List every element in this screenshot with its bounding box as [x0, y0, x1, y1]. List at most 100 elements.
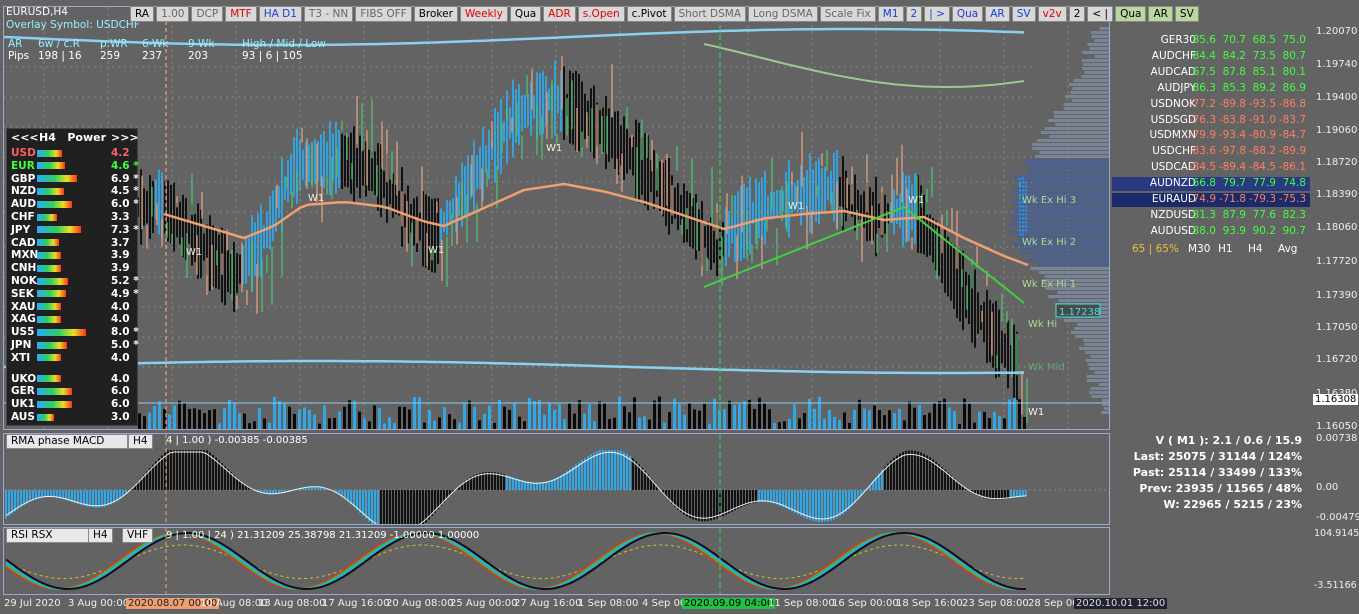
price-tick: 1.19740: [1316, 59, 1358, 70]
volume-profile-bar: [1010, 215, 1109, 218]
volume-profile-bar: [1086, 379, 1109, 382]
macd-tf-button[interactable]: H4: [128, 434, 153, 449]
toolbar-button-27[interactable]: SV: [1174, 6, 1199, 22]
toolbar-button-2[interactable]: DCP: [191, 6, 224, 22]
date-tick: 18 Sep 16:00: [896, 598, 963, 609]
power-next-button[interactable]: >>>: [111, 131, 139, 144]
toolbar-button-8[interactable]: Weekly: [459, 6, 508, 22]
macd-name-button[interactable]: RMA phase MACD: [6, 434, 128, 449]
main-chart-pane[interactable]: W1W1W1W1W1W1W1W1Wk Ex Hi 3Wk Ex Hi 2Wk E…: [3, 6, 1113, 430]
volume-bar: [758, 397, 761, 429]
volume-bar: [453, 419, 456, 429]
strength-row: AUDUSD 88.0 93.9 90.2 90.7: [1112, 225, 1310, 239]
toolbar-button-11[interactable]: s.Open: [577, 6, 625, 22]
rsi-tf-button[interactable]: H4: [88, 528, 113, 543]
toolbar-button-1[interactable]: 1.00: [156, 6, 190, 22]
toolbar-button-16[interactable]: M1: [877, 6, 904, 22]
toolbar-button-26[interactable]: AR: [1148, 6, 1173, 22]
volume-bar: [983, 411, 986, 429]
toolbar-button-3[interactable]: MTF: [225, 6, 257, 22]
volume-bar: [568, 403, 571, 429]
volume-bar: [1003, 418, 1006, 429]
toolbar-button-15[interactable]: Scale Fix: [819, 6, 876, 22]
band-mid: [703, 43, 1025, 89]
power-row: MXN 3.9: [11, 249, 130, 261]
price-tick: 1.16050: [1316, 421, 1358, 432]
volume-bar: [783, 421, 786, 429]
volume-bar: [528, 397, 531, 429]
power-value: 4.0: [111, 300, 130, 313]
power-row: XAG 4.0: [11, 313, 130, 325]
power-value: 6.0: [111, 385, 130, 398]
volume-bar: [523, 421, 526, 429]
volume-bar: [748, 399, 751, 429]
strength-row: USDCAD -84.5 -89.4 -84.5 -86.1: [1112, 161, 1310, 175]
volume-bar: [308, 409, 311, 429]
strength-value: 90.7: [1282, 224, 1306, 237]
header-col-value: 198 | 16: [38, 50, 82, 62]
toolbar-button-21[interactable]: SV: [1011, 6, 1036, 22]
price-axis[interactable]: 1.20070 1.19740 1.19400 1.19060 1.18720 1.183…: [1311, 0, 1359, 614]
strength-value: 86.3: [1192, 81, 1216, 94]
strength-row: USDSGD -76.3 -83.8 -91.0 -83.7: [1112, 114, 1310, 128]
volume-bar: [898, 408, 901, 429]
volume-bar: [798, 418, 801, 429]
toolbar-button-23[interactable]: 2: [1068, 6, 1086, 22]
volume-bar: [588, 404, 591, 429]
volume-profile-bar: [1090, 355, 1109, 358]
w1-label: W1: [186, 247, 202, 258]
volume-bar: [913, 407, 916, 429]
rsi-name-button[interactable]: RSI RSX: [6, 528, 92, 543]
volume-bar: [548, 402, 551, 429]
toolbar-button-18[interactable]: | >: [924, 6, 950, 22]
power-bar: [37, 226, 81, 234]
toolbar-button-19[interactable]: Qua: [951, 6, 984, 22]
strength-value: 73.5: [1252, 49, 1276, 62]
volume-profile-bar: [1032, 147, 1109, 150]
volume-bar: [643, 416, 646, 429]
volume-bar: [443, 406, 446, 429]
power-value: 5.2 *: [111, 275, 139, 287]
toolbar-button-20[interactable]: AR: [985, 6, 1010, 22]
toolbar-button-9[interactable]: Qua: [509, 6, 542, 22]
volume-bar: [408, 409, 411, 429]
toolbar-button-13[interactable]: Short DSMA: [673, 6, 747, 22]
volume-profile-bar: [1032, 255, 1109, 258]
power-value: 7.3 *: [111, 223, 139, 236]
toolbar-button-0[interactable]: RA: [130, 6, 155, 22]
toolbar-button-4[interactable]: HA D1: [258, 6, 302, 22]
toolbar-button-10[interactable]: ADR: [543, 6, 576, 22]
volume-bar: [473, 406, 476, 429]
toolbar-button-22[interactable]: v2v: [1037, 6, 1067, 22]
volume-bar: [388, 417, 391, 429]
power-prev-button[interactable]: <<<: [11, 131, 39, 144]
volume-bar: [788, 418, 791, 429]
toolbar-button-5[interactable]: T3 - NN: [303, 6, 354, 22]
volume-profile-bar: [1044, 127, 1109, 130]
rsi-vhf-button[interactable]: VHF: [122, 528, 154, 543]
volume-bar: [633, 397, 636, 429]
volume-bar: [693, 409, 696, 429]
strength-row: AUDCHF 84.4 84.2 73.5 80.7: [1112, 50, 1310, 64]
toolbar-button-14[interactable]: Long DSMA: [748, 6, 818, 22]
volume-bar: [288, 406, 291, 429]
toolbar-button-7[interactable]: Broker: [413, 6, 458, 22]
toolbar-button-12[interactable]: c.Pivot: [626, 6, 672, 22]
toolbar-button-6[interactable]: FIBS OFF: [355, 6, 412, 22]
volume-profile-bar: [1022, 259, 1109, 262]
volume-bar: [948, 407, 951, 429]
macd-pane[interactable]: [3, 433, 1110, 530]
toolbar-button-17[interactable]: 2: [905, 6, 923, 22]
toolbar-button-25[interactable]: Qua: [1115, 6, 1147, 22]
volume-bar: [198, 409, 201, 429]
strength-footer-col: M30: [1188, 242, 1211, 255]
strength-value: 89.2: [1252, 81, 1276, 94]
price-tick: 1.18390: [1316, 189, 1358, 200]
toolbar-button-24[interactable]: < |: [1087, 6, 1114, 22]
volume-bar: [238, 413, 241, 429]
strength-value: -71.8: [1218, 193, 1246, 205]
volume-profile-bar: [1094, 39, 1109, 42]
strength-row: NZDUSD 81.3 87.9 77.6 82.3: [1112, 209, 1310, 223]
volume-profile-bar: [1102, 399, 1109, 402]
volume-bar: [348, 400, 351, 429]
